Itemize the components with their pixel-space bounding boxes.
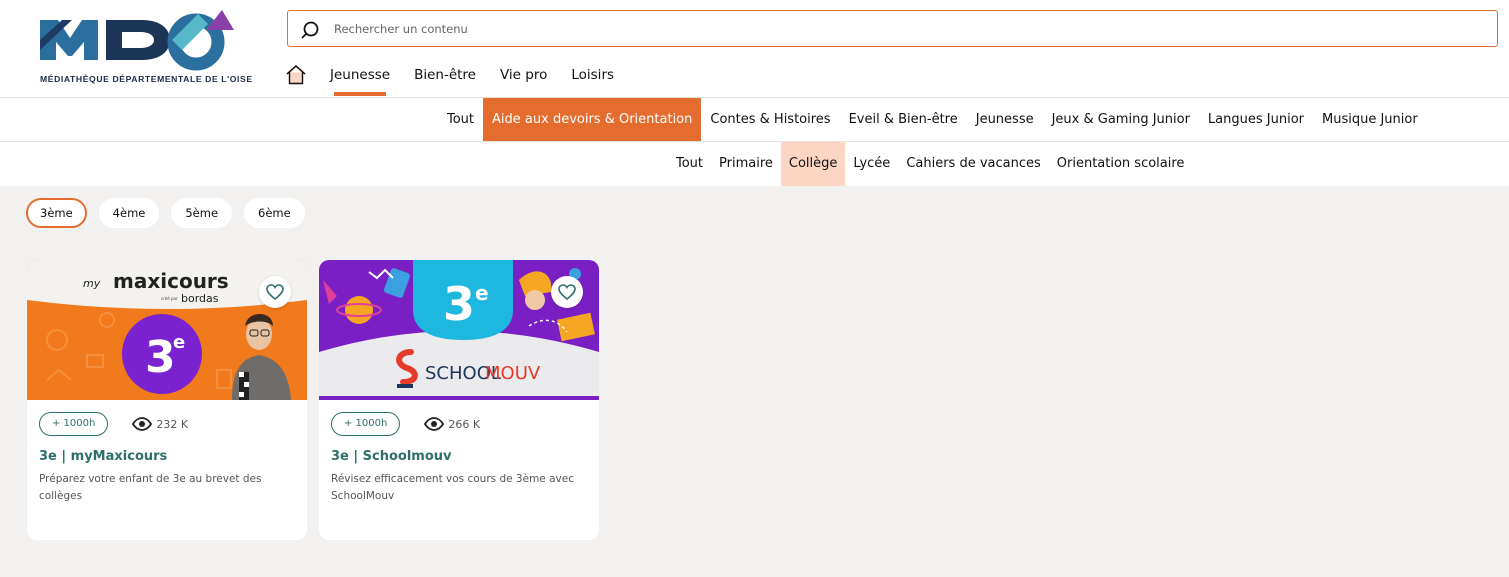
eye-icon	[132, 417, 153, 431]
site-logo[interactable]: MÉDIATHÈQUE DÉPARTEMENTALE DE L'OISE	[38, 10, 252, 88]
resource-card[interactable]: 3 e SCHOOL MOUV + 1000h 266 K 3e | Schoo…	[319, 260, 599, 540]
category-jeunesse[interactable]: Jeunesse	[967, 98, 1043, 141]
search-icon[interactable]	[300, 20, 320, 40]
subcategory-college[interactable]: Collège	[780, 142, 846, 186]
subcategory-lycee[interactable]: Lycée	[845, 142, 898, 186]
mymaxicours-grade: 3	[145, 332, 176, 383]
category-jeux-gaming-junior[interactable]: Jeux & Gaming Junior	[1043, 98, 1199, 141]
card-description: Préparez votre enfant de 3e au brevet de…	[39, 473, 262, 502]
card-thumbnail[interactable]: my maxicours créé par bordas 3 e	[27, 260, 307, 400]
subcategory-bar: Tout Primaire Collège Lycée Cahiers de v…	[0, 142, 1509, 186]
nav-item-loisirs[interactable]: Loisirs	[571, 62, 614, 96]
subcategory-cahiers-de-vacances[interactable]: Cahiers de vacances	[898, 142, 1048, 186]
card-thumbnail[interactable]: 3 e SCHOOL MOUV	[319, 260, 599, 400]
category-eveil-bien-etre[interactable]: Eveil & Bien-être	[840, 98, 967, 141]
nav-item-bien-etre[interactable]: Bien-être	[414, 62, 476, 96]
mymaxicours-grade-sup: e	[173, 332, 185, 353]
chip-6eme[interactable]: 6ème	[244, 198, 305, 228]
main-nav: Jeunesse Bien-être Vie pro Loisirs	[285, 62, 638, 98]
search-bar	[287, 10, 1498, 47]
duration-badge: + 1000h	[39, 412, 109, 436]
card-title[interactable]: 3e | Schoolmouv	[331, 449, 452, 464]
mymaxicours-brand-sub: créé par	[161, 296, 178, 301]
logo-mark	[40, 10, 234, 71]
category-musique-junior[interactable]: Musique Junior	[1313, 98, 1427, 141]
mymaxicours-brand: maxicours	[113, 269, 229, 293]
heart-icon	[558, 284, 576, 300]
mymaxicours-brand-prefix: my	[83, 277, 101, 290]
category-contes-histoires[interactable]: Contes & Histoires	[701, 98, 839, 141]
view-count: 266 K	[448, 417, 481, 431]
card-title[interactable]: 3e | myMaxicours	[39, 449, 167, 464]
card-meta: + 1000h 232 K	[39, 412, 188, 436]
nav-item-vie-pro[interactable]: Vie pro	[500, 62, 547, 96]
mymaxicours-brand-sub2: bordas	[181, 292, 219, 305]
schoolmouv-grade-sup: e	[475, 281, 489, 305]
subcategory-tout[interactable]: Tout	[668, 142, 711, 186]
subcategory-primaire[interactable]: Primaire	[711, 142, 781, 186]
nav-item-jeunesse[interactable]: Jeunesse	[330, 62, 390, 96]
category-langues-junior[interactable]: Langues Junior	[1199, 98, 1313, 141]
heart-icon	[266, 284, 284, 300]
site-header: MÉDIATHÈQUE DÉPARTEMENTALE DE L'OISE Jeu…	[0, 0, 1509, 98]
schoolmouv-brand-mouv: MOUV	[485, 363, 541, 384]
eye-icon	[424, 417, 445, 431]
favorite-button[interactable]	[259, 276, 291, 308]
search-input[interactable]	[334, 18, 1474, 40]
card-meta: + 1000h 266 K	[331, 412, 480, 436]
card-description: Révisez efficacement vos cours de 3ème a…	[331, 473, 574, 502]
category-aide-aux-devoirs[interactable]: Aide aux devoirs & Orientation	[483, 98, 702, 141]
home-icon[interactable]	[285, 64, 307, 86]
chip-3eme[interactable]: 3ème	[26, 198, 87, 228]
logo-subtitle: MÉDIATHÈQUE DÉPARTEMENTALE DE L'OISE	[40, 74, 253, 84]
resource-card[interactable]: my maxicours créé par bordas 3 e + 1000h…	[27, 260, 307, 540]
view-count: 232 K	[156, 417, 189, 431]
grade-filter-chips: 3ème 4ème 5ème 6ème	[26, 198, 305, 228]
subcategory-orientation-scolaire[interactable]: Orientation scolaire	[1049, 142, 1193, 186]
category-bar: Tout Aide aux devoirs & Orientation Cont…	[0, 98, 1509, 142]
chip-5eme[interactable]: 5ème	[171, 198, 233, 228]
duration-badge: + 1000h	[331, 412, 401, 436]
schoolmouv-grade: 3	[443, 277, 475, 331]
chip-4eme[interactable]: 4ème	[98, 198, 160, 228]
favorite-button[interactable]	[551, 276, 583, 308]
category-tout[interactable]: Tout	[438, 98, 483, 141]
